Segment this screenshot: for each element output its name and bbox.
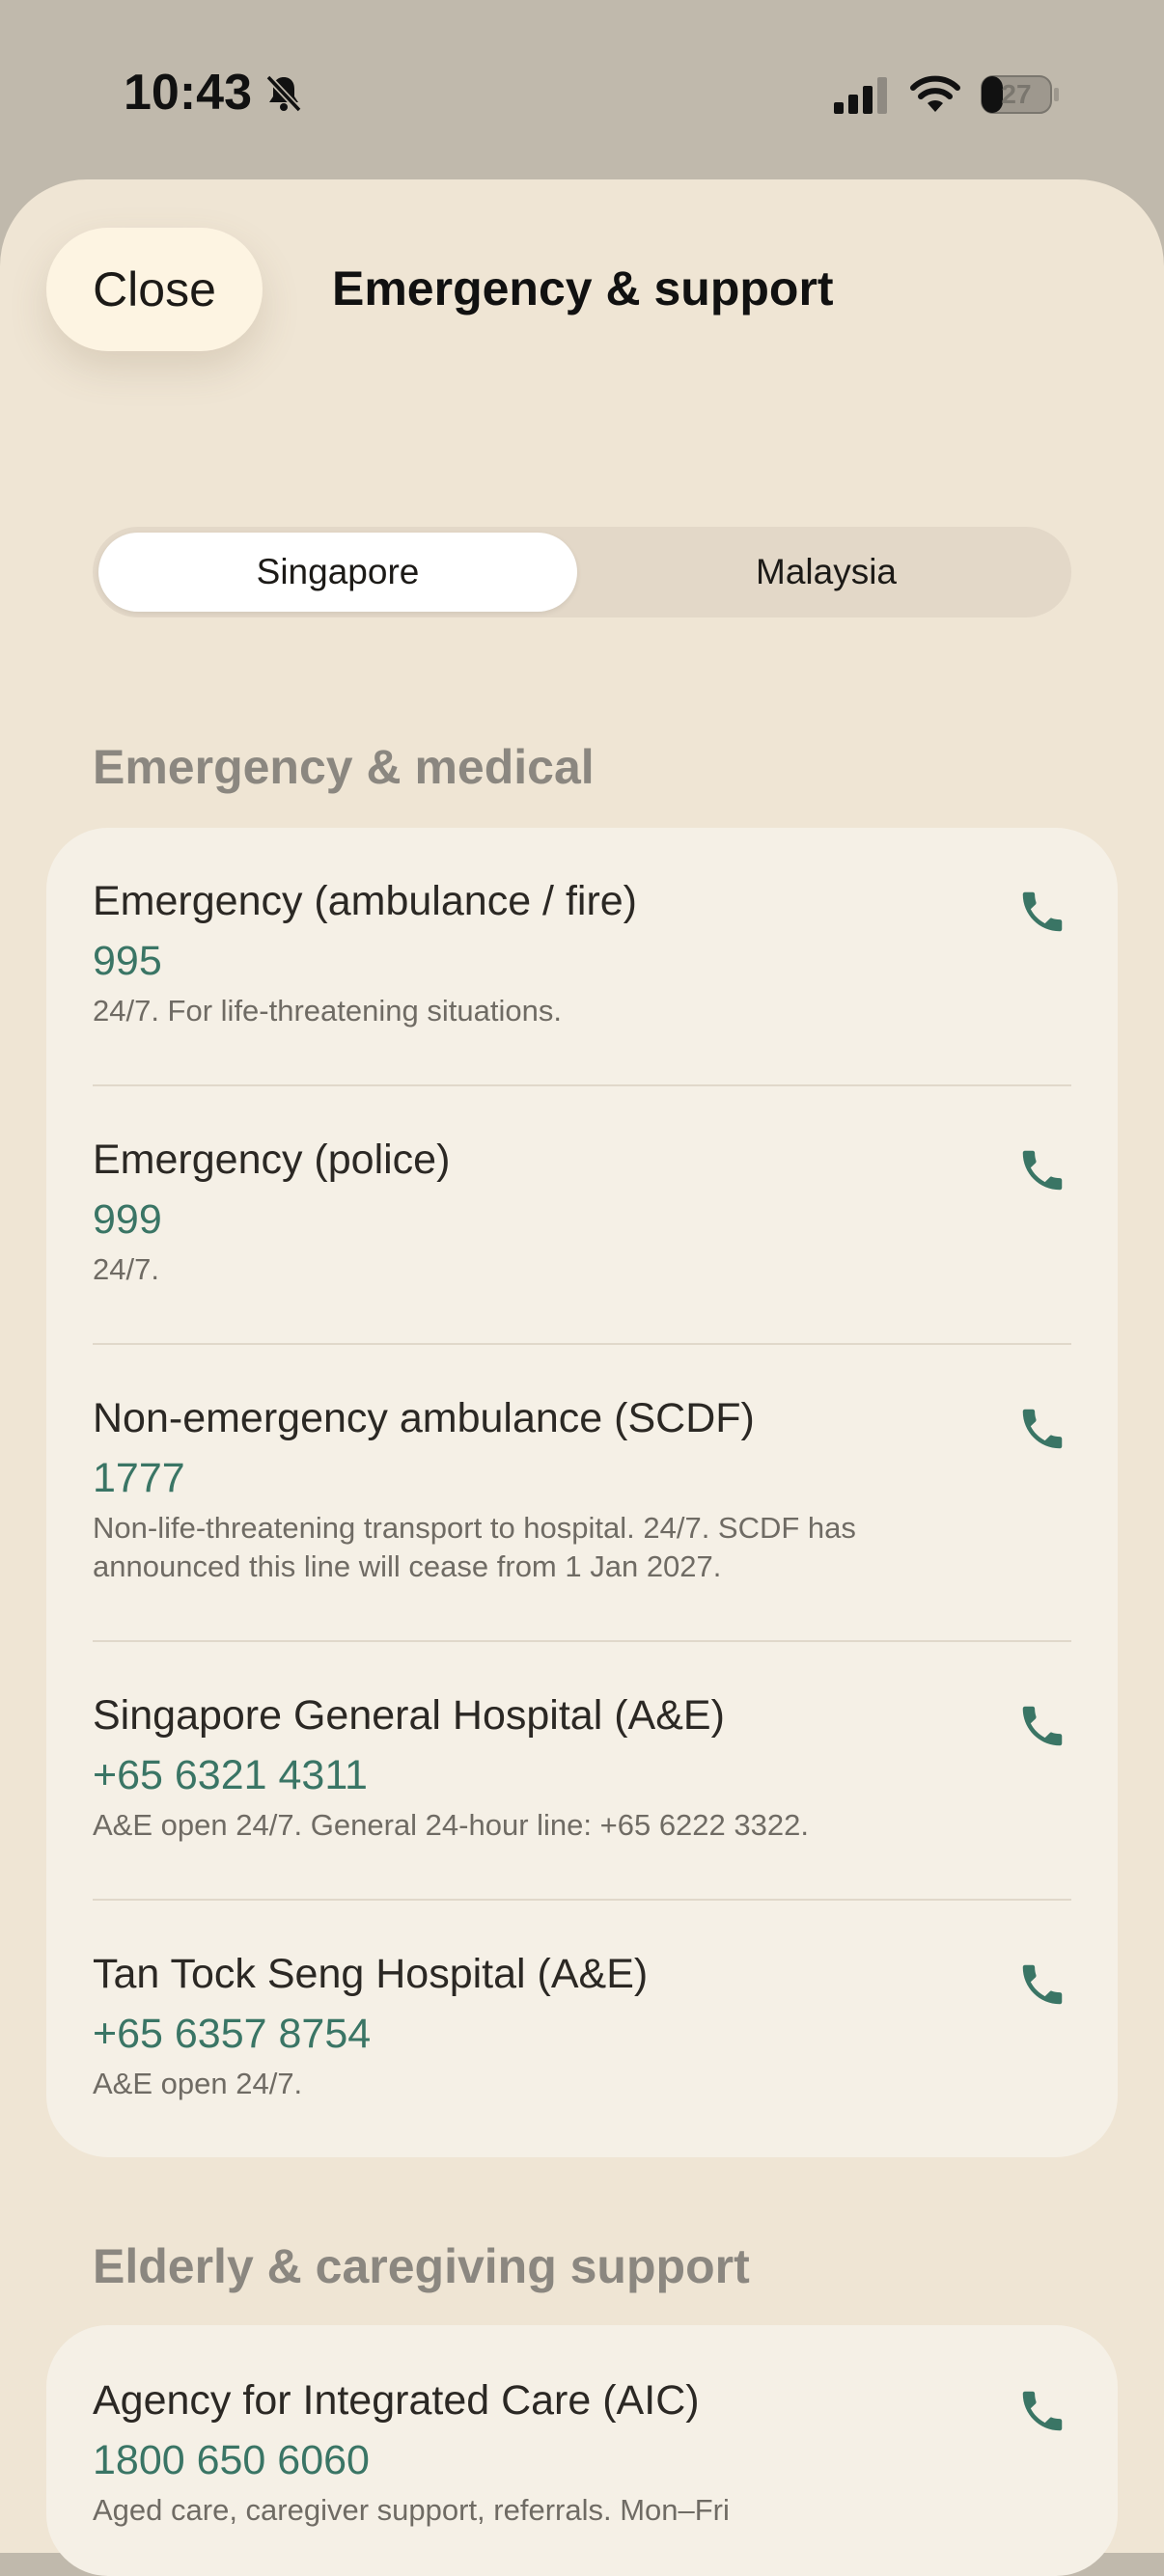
list-item[interactable]: Non-emergency ambulance (SCDF) 1777 Non-… — [93, 1395, 1071, 1646]
contact-note: Non-life-threatening transport to hospit… — [93, 1511, 856, 1583]
list-item[interactable]: Tan Tock Seng Hospital (A&E) +65 6357 87… — [93, 1951, 1071, 2144]
divider — [93, 1343, 1071, 1345]
contact-phone[interactable]: +65 6321 4311 — [93, 1752, 368, 1799]
contact-name: Non-emergency ambulance (SCDF) — [93, 1395, 755, 1441]
phone-icon[interactable] — [1013, 1142, 1071, 1200]
status-bar: 10:43 27 — [0, 0, 1164, 183]
contact-note: A&E open 24/7. — [93, 2067, 303, 2100]
contact-name: Singapore General Hospital (A&E) — [93, 1692, 725, 1739]
cellular-signal-icon — [834, 77, 887, 114]
phone-icon[interactable] — [1013, 2383, 1071, 2441]
phone-icon[interactable] — [1013, 1401, 1071, 1459]
phone-icon[interactable] — [1013, 884, 1071, 942]
phone-icon[interactable] — [1013, 1957, 1071, 2014]
contact-note: 24/7. For life-threatening situations. — [93, 994, 562, 1028]
segment-singapore[interactable]: Singapore — [98, 533, 577, 612]
divider — [93, 1899, 1071, 1901]
list-item[interactable]: Emergency (ambulance / fire) 995 24/7. F… — [93, 878, 1071, 1090]
status-time: 10:43 — [124, 65, 252, 121]
contact-name: Agency for Integrated Care (AIC) — [93, 2377, 700, 2424]
close-button[interactable]: Close — [46, 228, 263, 351]
contact-phone[interactable]: 1800 650 6060 — [93, 2437, 370, 2484]
section-title-elderly-caregiving: Elderly & caregiving support — [93, 2239, 750, 2293]
contact-note: A&E open 24/7. General 24-hour line: +65… — [93, 1808, 809, 1842]
phone-icon[interactable] — [1013, 1698, 1071, 1756]
contact-note: 24/7. — [93, 1252, 159, 1286]
emergency-medical-card: Emergency (ambulance / fire) 995 24/7. F… — [46, 828, 1118, 2157]
country-segmented-control: Singapore Malaysia — [93, 527, 1071, 617]
list-item[interactable]: Singapore General Hospital (A&E) +65 632… — [93, 1692, 1071, 1905]
divider — [93, 1640, 1071, 1642]
contact-name: Tan Tock Seng Hospital (A&E) — [93, 1951, 649, 1997]
contact-phone[interactable]: +65 6357 8754 — [93, 2011, 371, 2058]
bell-slash-icon — [265, 74, 302, 113]
contact-note: Aged care, caregiver support, referrals.… — [93, 2493, 730, 2527]
elderly-caregiving-card: Agency for Integrated Care (AIC) 1800 65… — [46, 2325, 1118, 2576]
battery-level: 27 — [1001, 79, 1032, 109]
list-item[interactable]: Agency for Integrated Care (AIC) 1800 65… — [93, 2377, 1071, 2570]
segment-malaysia[interactable]: Malaysia — [587, 533, 1066, 612]
battery-icon: 27 — [981, 75, 1060, 114]
contact-phone[interactable]: 1777 — [93, 1455, 185, 1502]
divider — [93, 1084, 1071, 1086]
contact-name: Emergency (ambulance / fire) — [93, 878, 637, 924]
page-title: Emergency & support — [332, 261, 834, 315]
wifi-icon — [910, 75, 960, 112]
contact-name: Emergency (police) — [93, 1137, 451, 1183]
contact-phone[interactable]: 999 — [93, 1196, 162, 1244]
contact-phone[interactable]: 995 — [93, 938, 162, 985]
list-item[interactable]: Emergency (police) 999 24/7. — [93, 1137, 1071, 1349]
section-title-emergency-medical: Emergency & medical — [93, 740, 595, 794]
